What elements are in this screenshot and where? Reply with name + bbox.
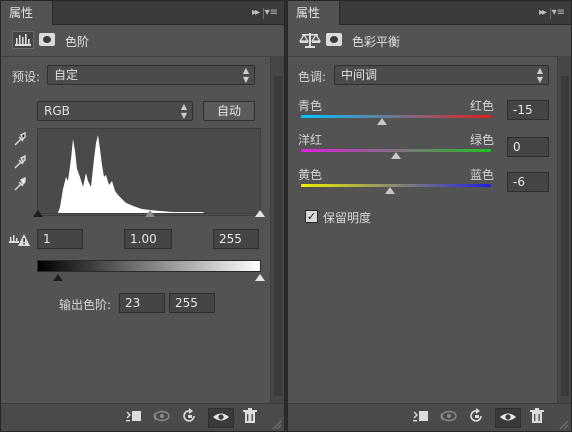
levels-icon[interactable] xyxy=(12,31,34,49)
visibility-icon[interactable] xyxy=(208,408,234,428)
preset-label: 预设: xyxy=(12,70,41,84)
input-gamma-field[interactable] xyxy=(124,229,172,249)
adjustment-header: 色阶 xyxy=(1,27,284,55)
input-white-field[interactable] xyxy=(213,229,259,249)
eyedropper-black-icon[interactable] xyxy=(13,131,27,147)
input-black-field[interactable] xyxy=(37,229,83,249)
mask-icon[interactable] xyxy=(326,33,342,46)
resize-grip-icon[interactable] xyxy=(272,419,282,430)
output-white-field[interactable] xyxy=(169,293,215,313)
slider-yellow-label: 黄色 xyxy=(298,168,323,182)
adjustment-title: 色彩平衡 xyxy=(352,35,401,49)
delete-icon[interactable] xyxy=(526,408,548,428)
output-black-thumb[interactable] xyxy=(53,274,63,281)
view-previous-icon[interactable] xyxy=(438,408,460,428)
panel-scrollbar[interactable] xyxy=(557,56,571,403)
panel-tab-bar: 属性 ▸▸ ▾≡ xyxy=(288,1,571,25)
slider-blue-label: 蓝色 xyxy=(470,168,495,182)
dropdown-arrows-icon: ▲ ▼ xyxy=(242,66,249,84)
reset-icon[interactable] xyxy=(179,408,201,428)
preset-dropdown[interactable]: 自定 ▲ ▼ xyxy=(47,65,255,85)
panel-footer xyxy=(288,403,571,431)
slider-green-label: 绿色 xyxy=(470,133,495,147)
header-divider xyxy=(1,56,284,57)
panel-footer xyxy=(1,403,284,431)
adjustment-header: 色彩平衡 xyxy=(288,27,571,55)
scroll-thumb[interactable] xyxy=(274,76,282,396)
properties-panel-levels: 属性 ▸▸ ▾≡ 色阶 预设: 自定 ▲ ▼ RGB ▲ ▼ 自动 1 1.00… xyxy=(0,0,285,432)
panel-menu-icon[interactable]: ▾≡ xyxy=(265,1,278,25)
input-black-thumb[interactable] xyxy=(33,210,43,217)
view-previous-icon[interactable] xyxy=(151,408,173,428)
panel-menu-icon[interactable]: ▾≡ xyxy=(552,1,565,25)
input-gamma-thumb[interactable] xyxy=(145,210,155,217)
channel-value: RGB xyxy=(44,104,70,118)
slider-magenta-label: 洋红 xyxy=(298,133,323,147)
cyan-red-track[interactable] xyxy=(301,115,491,118)
slider-red-label: 红色 xyxy=(470,99,495,113)
magenta-green-field[interactable] xyxy=(507,137,549,157)
resize-grip-icon[interactable] xyxy=(559,419,569,430)
adjustment-title: 色阶 xyxy=(65,35,90,49)
collapse-panel-icon[interactable]: ▸▸ xyxy=(539,1,547,25)
header-divider xyxy=(288,56,571,57)
output-gradient-bar xyxy=(37,260,261,272)
dropdown-arrows-icon: ▲ ▼ xyxy=(180,102,187,120)
scroll-thumb[interactable] xyxy=(561,76,569,396)
histogram-graph xyxy=(58,135,204,213)
visibility-icon[interactable] xyxy=(495,408,521,428)
histogram xyxy=(37,128,261,214)
delete-icon[interactable] xyxy=(239,408,261,428)
magenta-green-thumb[interactable] xyxy=(391,152,401,159)
clip-to-layer-icon[interactable] xyxy=(410,408,432,428)
collapse-panel-icon[interactable]: ▸▸ xyxy=(252,1,260,25)
color-balance-icon[interactable] xyxy=(298,31,322,49)
dropdown-arrows-icon: ▲ ▼ xyxy=(536,66,543,84)
cyan-red-field[interactable] xyxy=(507,100,549,120)
preserve-luminosity-label[interactable]: 保留明度 xyxy=(323,209,371,226)
input-white-thumb[interactable] xyxy=(255,210,265,217)
panel-scrollbar[interactable] xyxy=(270,56,284,403)
tone-value: 中间调 xyxy=(341,68,378,82)
auto-button[interactable]: 自动 xyxy=(203,101,255,121)
preserve-luminosity-checkbox[interactable]: ✓ xyxy=(305,210,318,223)
reset-icon[interactable] xyxy=(466,408,488,428)
eyedropper-white-icon[interactable] xyxy=(13,176,27,192)
cyan-red-thumb[interactable] xyxy=(377,118,387,125)
channel-dropdown[interactable]: RGB ▲ ▼ xyxy=(37,101,193,121)
yellow-blue-track[interactable] xyxy=(301,184,491,187)
tone-label: 色调: xyxy=(298,70,327,84)
mask-icon[interactable] xyxy=(39,33,55,46)
clipping-warning-icon[interactable] xyxy=(9,233,31,247)
clip-to-layer-icon[interactable] xyxy=(123,408,145,428)
tab-properties[interactable]: 属性 xyxy=(1,1,53,25)
tone-dropdown[interactable]: 中间调 ▲ ▼ xyxy=(334,65,549,85)
preset-value: 自定 xyxy=(54,68,79,82)
output-white-thumb[interactable] xyxy=(255,274,265,281)
slider-cyan-label: 青色 xyxy=(298,99,323,113)
yellow-blue-thumb[interactable] xyxy=(385,187,395,194)
output-black-field[interactable] xyxy=(119,293,165,313)
properties-panel-color-balance: 属性 ▸▸ ▾≡ 色彩平衡 色调: 中间调 ▲ ▼ 青色 红色 -15 洋红 绿… xyxy=(287,0,572,432)
yellow-blue-field[interactable] xyxy=(507,172,549,192)
output-levels-label: 输出色阶: xyxy=(59,298,112,312)
eyedropper-gray-icon[interactable] xyxy=(13,154,27,170)
panel-tab-bar: 属性 ▸▸ ▾≡ xyxy=(1,1,284,25)
tab-properties[interactable]: 属性 xyxy=(288,1,340,25)
